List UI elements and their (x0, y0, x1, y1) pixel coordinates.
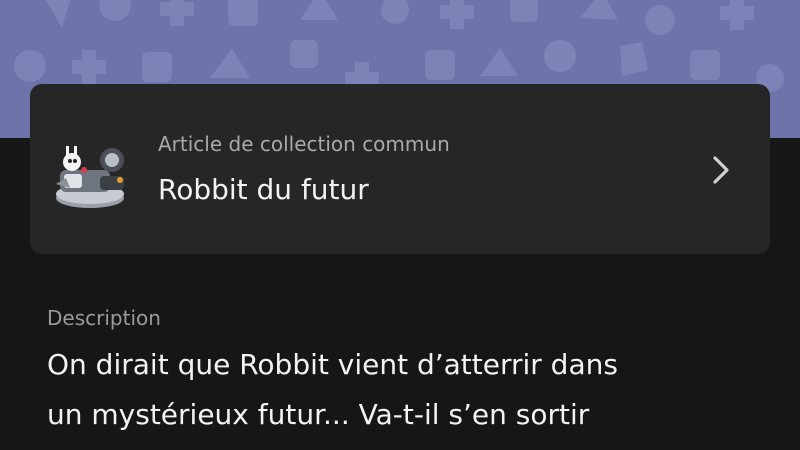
description-line: On dirait que Robbit vient d’atterrir da… (47, 348, 618, 381)
item-type-label: Article de collection commun (158, 132, 450, 156)
robbit-figurine-thumbnail (50, 136, 140, 216)
item-name: Robbit du futur (158, 173, 369, 206)
item-detail-page: Article de collection commun Robbit du f… (0, 0, 800, 450)
chevron-right-icon[interactable] (706, 150, 738, 190)
description-line: un mystérieux futur... Va-t-il s’en sort… (47, 398, 590, 431)
description-text: On dirait que Robbit vient d’atterrir da… (47, 340, 767, 440)
description-label: Description (47, 306, 161, 330)
collectible-item-card[interactable] (30, 84, 770, 254)
